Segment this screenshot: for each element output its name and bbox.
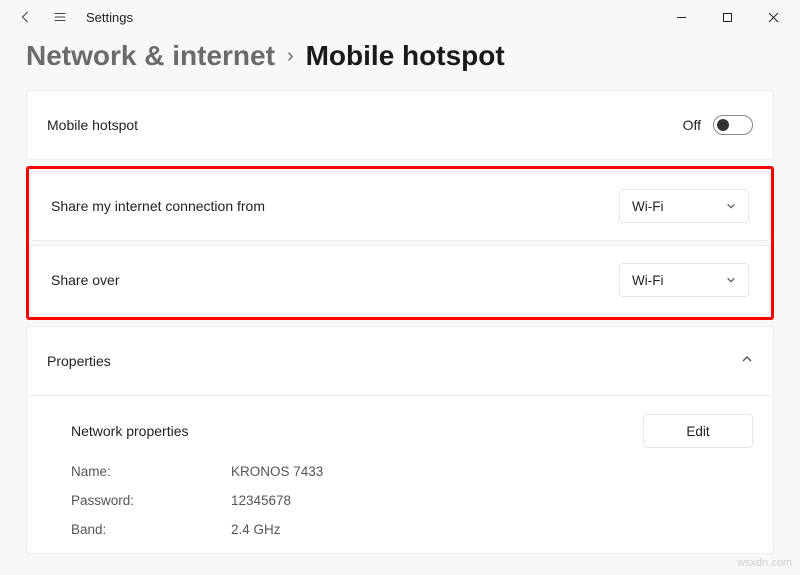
share-over-card: Share over Wi-Fi [30, 245, 770, 315]
network-properties-grid: Name: KRONOS 7433 Password: 12345678 Ban… [71, 464, 753, 537]
maximize-button[interactable] [704, 1, 750, 33]
breadcrumb-separator-icon: › [287, 45, 294, 68]
np-name-val: KRONOS 7433 [231, 464, 753, 479]
chevron-up-icon [741, 352, 753, 370]
page-content: Network & internet › Mobile hotspot Mobi… [0, 34, 800, 554]
hotspot-toggle-switch[interactable] [713, 115, 753, 135]
hotspot-toggle-row: Mobile hotspot Off [47, 91, 753, 159]
hotspot-toggle-state: Off [683, 117, 701, 133]
minimize-button[interactable] [658, 1, 704, 33]
np-name-key: Name: [71, 464, 231, 479]
window-controls [658, 1, 796, 33]
share-from-card: Share my internet connection from Wi-Fi [30, 171, 770, 241]
page-title: Mobile hotspot [306, 40, 505, 72]
share-over-value: Wi-Fi [632, 273, 663, 288]
network-properties-head: Network properties Edit [71, 414, 753, 448]
close-button[interactable] [750, 1, 796, 33]
titlebar: Settings [0, 0, 800, 34]
chevron-down-icon [726, 201, 736, 211]
np-password-key: Password: [71, 493, 231, 508]
network-properties-label: Network properties [71, 423, 189, 439]
share-from-label: Share my internet connection from [51, 198, 265, 214]
share-from-select[interactable]: Wi-Fi [619, 189, 749, 223]
hotspot-toggle-label: Mobile hotspot [47, 117, 138, 133]
breadcrumb-parent[interactable]: Network & internet [26, 40, 275, 72]
properties-title: Properties [47, 353, 111, 369]
share-over-select[interactable]: Wi-Fi [619, 263, 749, 297]
chevron-down-icon [726, 275, 736, 285]
properties-header[interactable]: Properties [27, 327, 773, 395]
properties-card: Properties Network properties Edit Name:… [26, 326, 774, 554]
np-password-val: 12345678 [231, 493, 753, 508]
edit-button[interactable]: Edit [643, 414, 753, 448]
share-from-row: Share my internet connection from Wi-Fi [51, 172, 749, 240]
back-icon[interactable] [18, 9, 34, 25]
share-over-row: Share over Wi-Fi [51, 246, 749, 314]
share-over-label: Share over [51, 272, 119, 288]
np-band-key: Band: [71, 522, 231, 537]
hotspot-toggle-controls: Off [683, 115, 753, 135]
hotspot-toggle-card: Mobile hotspot Off [26, 90, 774, 160]
share-from-value: Wi-Fi [632, 199, 663, 214]
properties-body: Network properties Edit Name: KRONOS 743… [27, 395, 773, 553]
app-title: Settings [86, 10, 133, 25]
np-band-val: 2.4 GHz [231, 522, 753, 537]
breadcrumb: Network & internet › Mobile hotspot [26, 40, 774, 72]
highlight-annotation: Share my internet connection from Wi-Fi … [26, 166, 774, 320]
titlebar-left: Settings [18, 9, 133, 25]
watermark: wsxdn.com [737, 557, 792, 569]
edit-button-label: Edit [686, 424, 709, 439]
hamburger-icon[interactable] [52, 9, 68, 25]
